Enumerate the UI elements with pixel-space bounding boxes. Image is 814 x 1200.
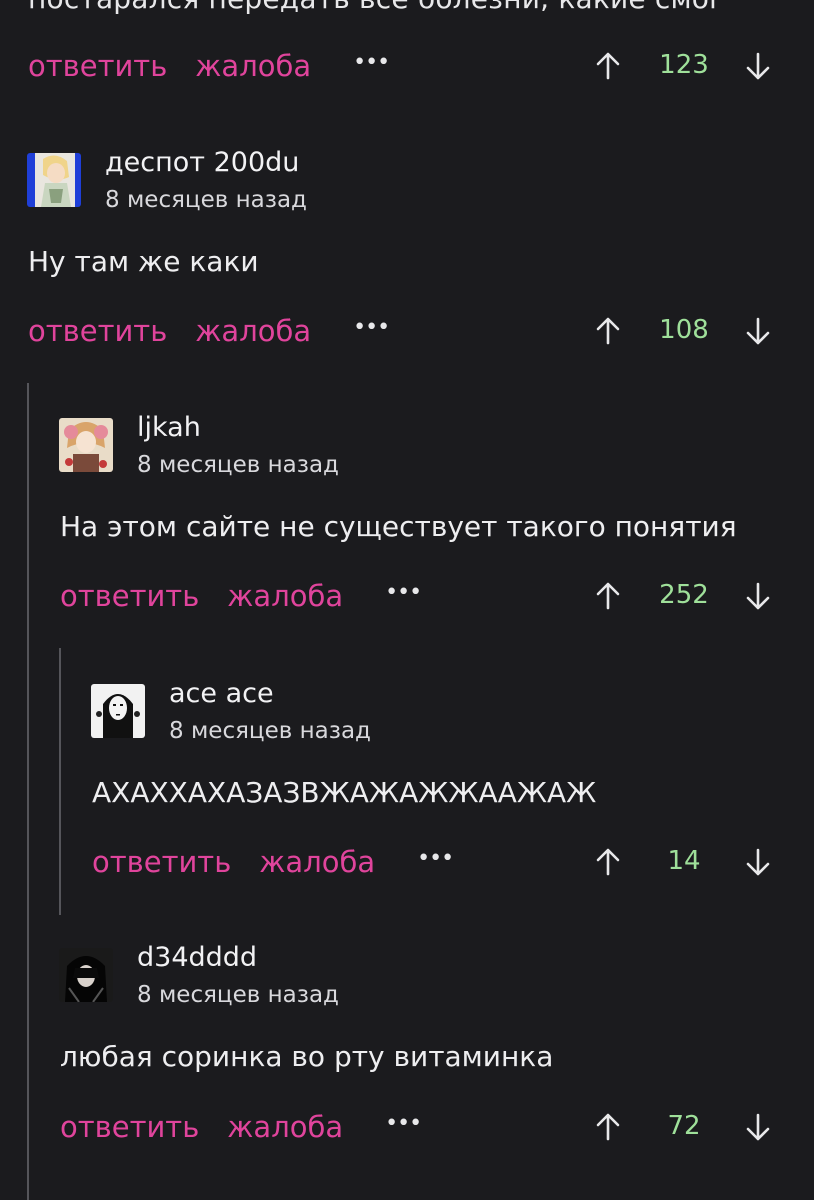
reply-button[interactable]: ответить: [60, 579, 199, 613]
upvote-arrow-icon[interactable]: [593, 842, 623, 882]
thread-line-level-1: [27, 383, 29, 1200]
comment-timestamp: 8 месяцев назад: [137, 452, 339, 478]
more-options-button[interactable]: •••: [385, 580, 422, 605]
upvote-arrow-icon[interactable]: [593, 1107, 623, 1147]
comment-header: d34dddd 8 месяцев назад: [59, 942, 339, 1010]
vote-count: 72: [667, 1111, 701, 1141]
report-button[interactable]: жалоба: [195, 49, 311, 83]
no-face-mask-avatar-icon[interactable]: [91, 684, 145, 738]
comment-text: любая соринка во рту витаминка: [60, 1040, 554, 1073]
reply-button[interactable]: ответить: [60, 1110, 199, 1144]
comment-author[interactable]: ljkah: [137, 410, 339, 446]
anime-girl-avatar-icon[interactable]: [27, 153, 81, 207]
more-options-button[interactable]: •••: [385, 1111, 422, 1136]
comment-author[interactable]: ace ace: [169, 676, 371, 712]
comment-timestamp: 8 месяцев назад: [137, 982, 339, 1008]
comment-text: АХАХХАХАЗАЗВЖАЖАЖЖААЖАЖ: [92, 776, 597, 809]
report-button[interactable]: жалоба: [227, 1110, 343, 1144]
downvote-arrow-icon[interactable]: [743, 842, 773, 882]
reply-button[interactable]: ответить: [92, 845, 231, 879]
comment-header: ljkah 8 месяцев назад: [59, 412, 339, 480]
comment-actions: ответить жалоба •••: [60, 576, 422, 616]
comment-actions: ответить жалоба •••: [28, 311, 390, 351]
upvote-arrow-icon[interactable]: [593, 576, 623, 616]
anime-pink-hair-avatar-icon[interactable]: [59, 418, 113, 472]
downvote-arrow-icon[interactable]: [743, 576, 773, 616]
comment-author[interactable]: деспот 200du: [105, 145, 307, 181]
thread-line-level-2: [59, 648, 61, 915]
comment-timestamp: 8 месяцев назад: [105, 187, 307, 213]
report-button[interactable]: жалоба: [227, 579, 343, 613]
vote-count: 123: [659, 50, 709, 80]
comment-header: деспот 200du 8 месяцев назад: [27, 147, 307, 215]
comment-text: На этом сайте не существует такого понят…: [60, 510, 737, 543]
more-options-button[interactable]: •••: [353, 50, 390, 75]
comment-header: ace ace 8 месяцев назад: [91, 678, 371, 746]
dark-haired-character-avatar-icon[interactable]: [59, 948, 113, 1002]
comment-actions: ответить жалоба •••: [60, 1107, 422, 1147]
comment-actions: ответить жалоба •••: [92, 842, 454, 882]
vote-count: 252: [659, 580, 709, 610]
report-button[interactable]: жалоба: [195, 314, 311, 348]
reply-button[interactable]: ответить: [28, 49, 167, 83]
downvote-arrow-icon[interactable]: [743, 311, 773, 351]
reply-button[interactable]: ответить: [28, 314, 167, 348]
more-options-button[interactable]: •••: [417, 846, 454, 871]
upvote-arrow-icon[interactable]: [593, 46, 623, 86]
report-button[interactable]: жалоба: [259, 845, 375, 879]
comment-actions: ответить жалоба •••: [28, 46, 390, 86]
comment-text-partial: постарался передать все болезни, какие с…: [28, 0, 724, 15]
more-options-button[interactable]: •••: [353, 315, 390, 340]
downvote-arrow-icon[interactable]: [743, 1107, 773, 1147]
comment-text: Ну там же каки: [28, 245, 259, 278]
comment-timestamp: 8 месяцев назад: [169, 718, 371, 744]
upvote-arrow-icon[interactable]: [593, 311, 623, 351]
vote-count: 108: [659, 315, 709, 345]
comment-author[interactable]: d34dddd: [137, 940, 339, 976]
vote-count: 14: [667, 846, 701, 876]
downvote-arrow-icon[interactable]: [743, 46, 773, 86]
